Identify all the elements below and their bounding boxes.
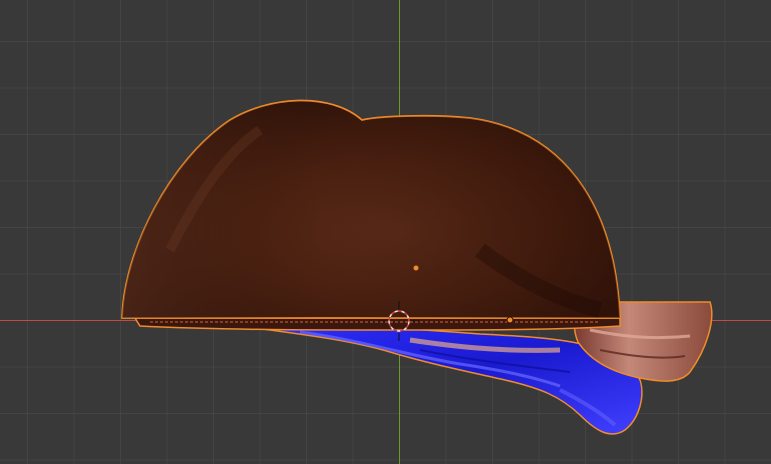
object-origin-dot[interactable] xyxy=(413,265,419,271)
3d-viewport[interactable] xyxy=(0,0,771,464)
dome-object[interactable] xyxy=(121,99,621,319)
viewport-canvas[interactable] xyxy=(0,0,771,464)
object-origin-dot-secondary[interactable] xyxy=(506,316,514,324)
base-layer-object[interactable] xyxy=(133,317,621,331)
